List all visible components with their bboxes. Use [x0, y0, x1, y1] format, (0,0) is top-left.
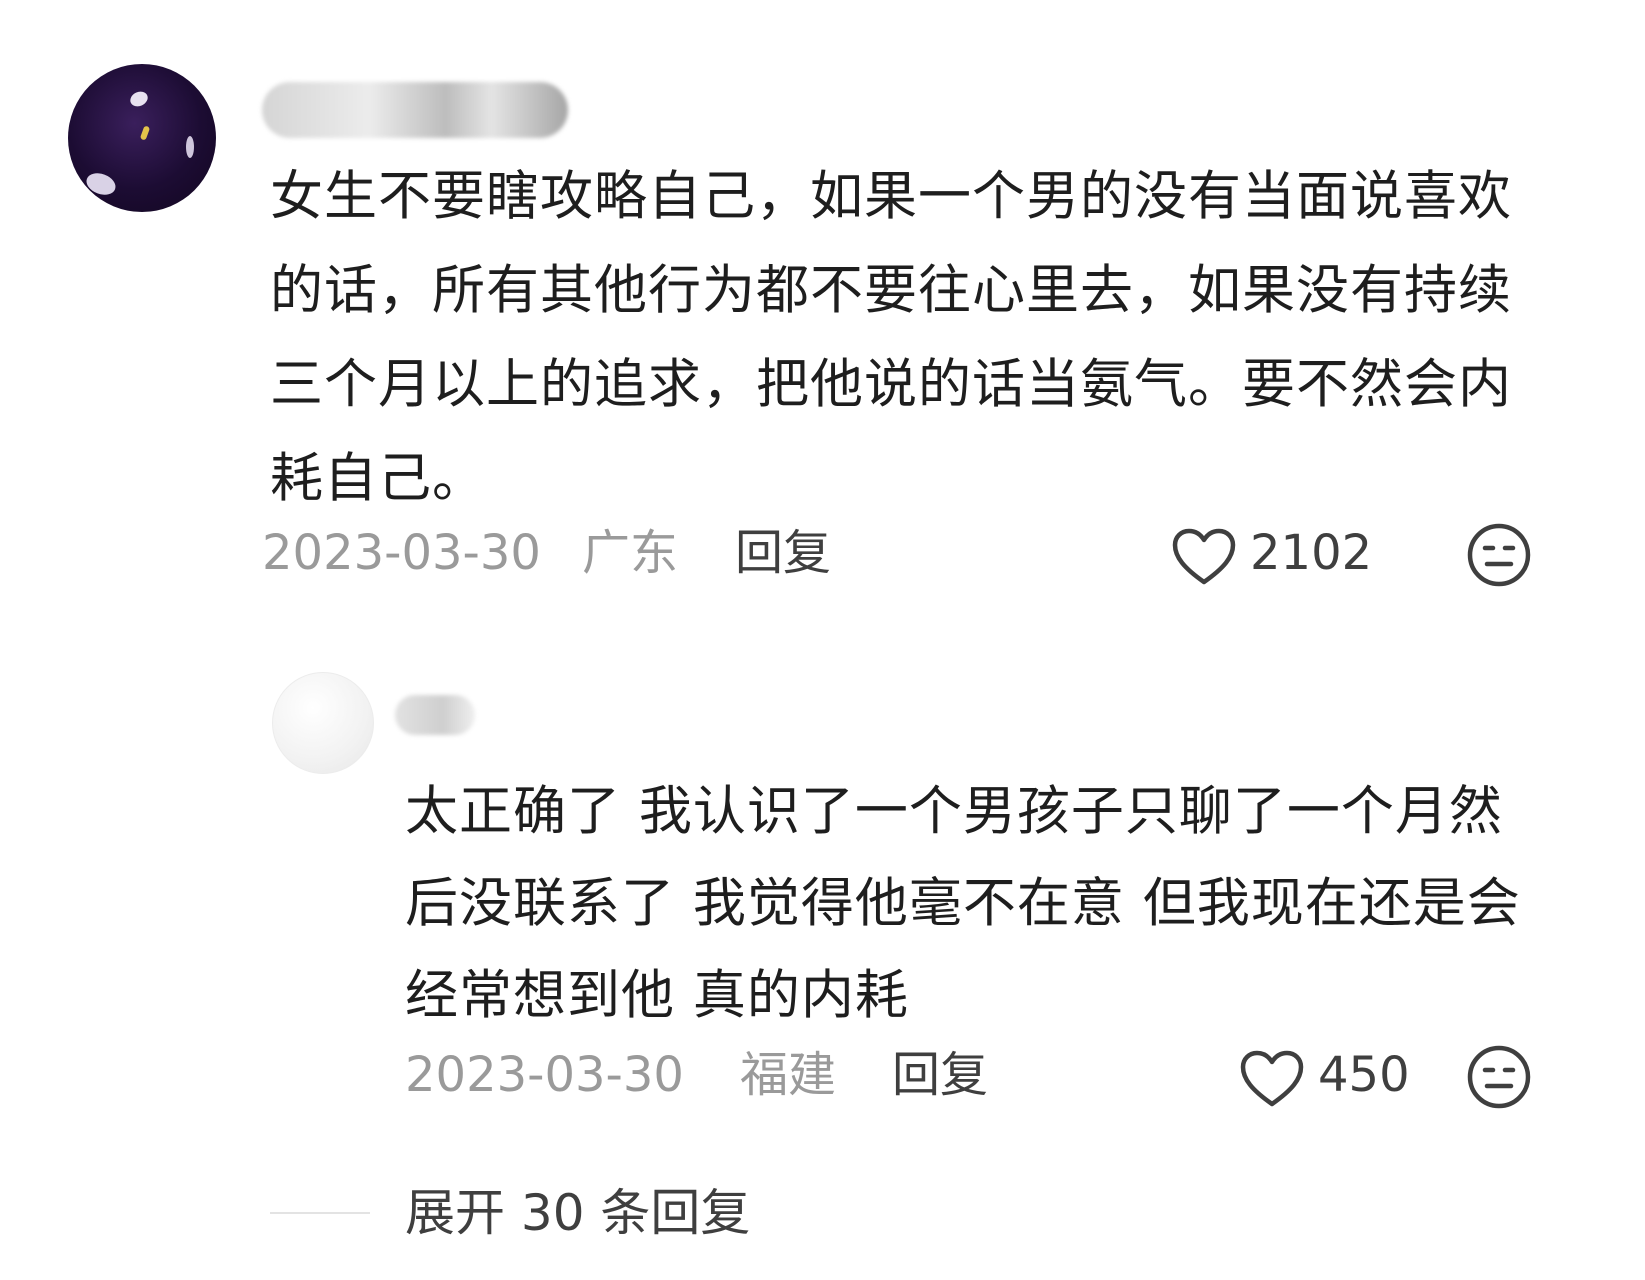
- dislike-face-icon[interactable]: [1466, 1044, 1532, 1110]
- reply-item: 太正确了 我认识了一个男孩子只聊了一个月然后没联系了 我觉得他毫不在意 但我现在…: [0, 0, 1645, 1280]
- username-blurred[interactable]: [395, 695, 475, 735]
- reply-date: 2023-03-30: [405, 1047, 684, 1103]
- like-count: 450: [1318, 1047, 1410, 1103]
- expand-divider: [270, 1212, 370, 1214]
- reply-location: 福建: [740, 1047, 837, 1103]
- heart-icon[interactable]: [1240, 1050, 1304, 1108]
- expand-replies-button[interactable]: 展开 30 条回复: [405, 1178, 750, 1248]
- reply-button[interactable]: 回复: [892, 1040, 988, 1110]
- avatar[interactable]: [272, 672, 374, 774]
- reply-meta-row: 2023-03-30 福建 回复 450: [0, 1040, 1645, 1110]
- reply-text: 太正确了 我认识了一个男孩子只聊了一个月然后没联系了 我觉得他毫不在意 但我现在…: [405, 781, 1521, 1026]
